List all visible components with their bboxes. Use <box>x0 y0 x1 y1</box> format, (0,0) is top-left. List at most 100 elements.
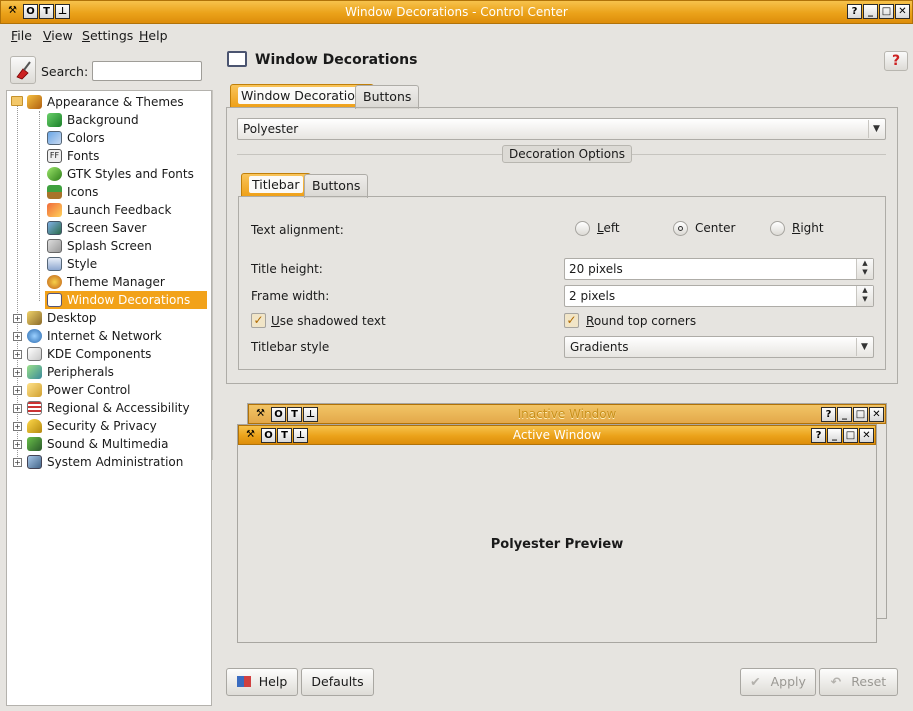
menu-help[interactable]: Help <box>139 28 168 43</box>
minimize-button[interactable]: _ <box>863 4 878 19</box>
fonts-icon: FF <box>47 149 62 163</box>
background-icon <box>47 113 62 127</box>
shadowed-text-checkbox[interactable]: ✓ <box>251 313 266 328</box>
apply-button[interactable]: ✔ Apply <box>740 668 816 696</box>
menu-view[interactable]: View <box>43 28 73 43</box>
tab-window-decoration[interactable]: Window Decoration <box>230 84 374 108</box>
expand-security-icon[interactable]: + <box>13 422 22 431</box>
help-icon: ? <box>821 407 836 422</box>
spin-arrows-icon[interactable]: ▲ ▼ <box>856 286 873 306</box>
frame-width-spinbox[interactable]: 2 pixels ▲ ▼ <box>564 285 874 307</box>
expand-power-control-icon[interactable]: + <box>13 386 22 395</box>
globe-icon <box>27 329 42 343</box>
chevron-down-icon: ▼ <box>856 338 872 356</box>
search-input[interactable] <box>92 61 202 81</box>
book-icon <box>236 676 251 687</box>
sidebar-splitter[interactable] <box>212 90 215 460</box>
search-label: Search: <box>41 64 89 79</box>
chevron-down-icon: ▼ <box>868 120 884 138</box>
menu-file[interactable]: File <box>11 28 32 43</box>
colors-icon <box>47 131 62 145</box>
kde-components-icon <box>27 347 42 361</box>
title-height-spinbox[interactable]: 20 pixels ▲ ▼ <box>564 258 874 280</box>
preview-text: Polyester Preview <box>490 537 624 552</box>
spin-arrows-icon[interactable]: ▲ ▼ <box>856 259 873 279</box>
active-window-preview: ⚒ O T ⊥ Active Window ? _ □ ✕ Polyester … <box>237 424 877 643</box>
subtab-buttons[interactable]: Buttons <box>304 174 369 198</box>
window-decorations-icon <box>47 293 62 307</box>
inactive-titlebar: ⚒ O T ⊥ Inactive Window ? _ □ ✕ <box>248 404 886 424</box>
expand-sound-icon[interactable]: + <box>13 440 22 449</box>
desktop-icon <box>27 311 42 325</box>
menu-settings[interactable]: Settings <box>82 28 133 43</box>
page-title: Window Decorations <box>255 52 418 68</box>
alignment-left-radio[interactable] <box>575 221 590 236</box>
expand-desktop-icon[interactable]: + <box>13 314 22 323</box>
menubar: File View Settings Help <box>0 24 913 48</box>
expand-kde-components-icon[interactable]: + <box>13 350 22 359</box>
window-title: Window Decorations - Control Center <box>345 5 568 19</box>
screen-saver-icon <box>47 221 62 235</box>
close-icon: ✕ <box>869 407 884 422</box>
decoration-select[interactable]: Polyester ▼ <box>237 118 886 140</box>
alignment-center-radio[interactable] <box>673 221 688 236</box>
minimize-icon: _ <box>837 407 852 422</box>
reset-button[interactable]: ↶ Reset <box>819 668 898 696</box>
inactive-window-title: Inactive Window <box>517 407 617 421</box>
subtab-titlebar[interactable]: Titlebar <box>241 173 311 197</box>
maximize-icon: □ <box>843 428 858 443</box>
splash-screen-icon <box>47 239 62 253</box>
window-titlebar[interactable]: ⚒ O T ⊥ Window Decorations - Control Cen… <box>0 0 913 24</box>
power-control-icon <box>27 383 42 397</box>
broom-icon <box>16 61 31 80</box>
close-button[interactable]: ✕ <box>895 4 910 19</box>
title-height-label: Title height: <box>251 262 323 276</box>
alignment-right-label[interactable]: Right <box>792 221 824 235</box>
expand-system-admin-icon[interactable]: + <box>13 458 22 467</box>
flag-icon <box>27 401 42 415</box>
maximize-button[interactable]: □ <box>879 4 894 19</box>
frame-width-label: Frame width: <box>251 289 330 303</box>
decoration-options-label: Decoration Options <box>502 145 632 163</box>
titlebar-style-select[interactable]: Gradients ▼ <box>564 336 874 358</box>
help-icon: ? <box>811 428 826 443</box>
round-corners-checkbox[interactable]: ✓ <box>564 313 579 328</box>
sound-icon <box>27 437 42 451</box>
tab-buttons[interactable]: Buttons <box>355 85 420 109</box>
window-decorations-icon <box>227 51 247 67</box>
expand-peripherals-icon[interactable]: + <box>13 368 22 377</box>
shadowed-text-label[interactable]: Use shadowed text <box>271 314 386 328</box>
system-admin-icon <box>27 455 42 469</box>
expand-internet-icon[interactable]: + <box>13 332 22 341</box>
text-alignment-label: Text alignment: <box>251 223 344 237</box>
clear-search-button[interactable] <box>10 56 36 84</box>
module-tree: Appearance & Themes Background Colors FF… <box>6 90 212 706</box>
appearance-icon <box>27 95 42 109</box>
help-footer-button[interactable]: Help <box>226 668 298 696</box>
close-icon: ✕ <box>859 428 874 443</box>
active-titlebar: ⚒ O T ⊥ Active Window ? _ □ ✕ <box>238 425 876 445</box>
check-icon: ✔ <box>750 674 761 689</box>
style-icon <box>47 257 62 271</box>
expand-regional-icon[interactable]: + <box>13 404 22 413</box>
theme-manager-icon <box>47 275 62 289</box>
alignment-center-label[interactable]: Center <box>695 221 735 235</box>
defaults-button[interactable]: Defaults <box>301 668 374 696</box>
titlebar-style-label: Titlebar style <box>251 340 330 354</box>
maximize-icon: □ <box>853 407 868 422</box>
key-icon <box>27 419 42 433</box>
help-button[interactable]: ? <box>847 4 862 19</box>
minimize-icon: _ <box>827 428 842 443</box>
alignment-left-label[interactable]: Left <box>597 221 620 235</box>
tree-item-window-decorations[interactable]: Window Decorations <box>45 291 207 309</box>
gtk-icon <box>47 167 62 181</box>
undo-icon: ↶ <box>830 674 842 689</box>
active-window-title: Active Window <box>512 428 602 442</box>
whats-this-button[interactable]: ? <box>884 51 908 71</box>
palm-tree-icon <box>47 185 62 199</box>
peripherals-icon <box>27 365 42 379</box>
rocket-icon <box>47 203 62 217</box>
alignment-right-radio[interactable] <box>770 221 785 236</box>
round-corners-label[interactable]: Round top corners <box>586 314 696 328</box>
folder-open-icon <box>11 96 23 106</box>
